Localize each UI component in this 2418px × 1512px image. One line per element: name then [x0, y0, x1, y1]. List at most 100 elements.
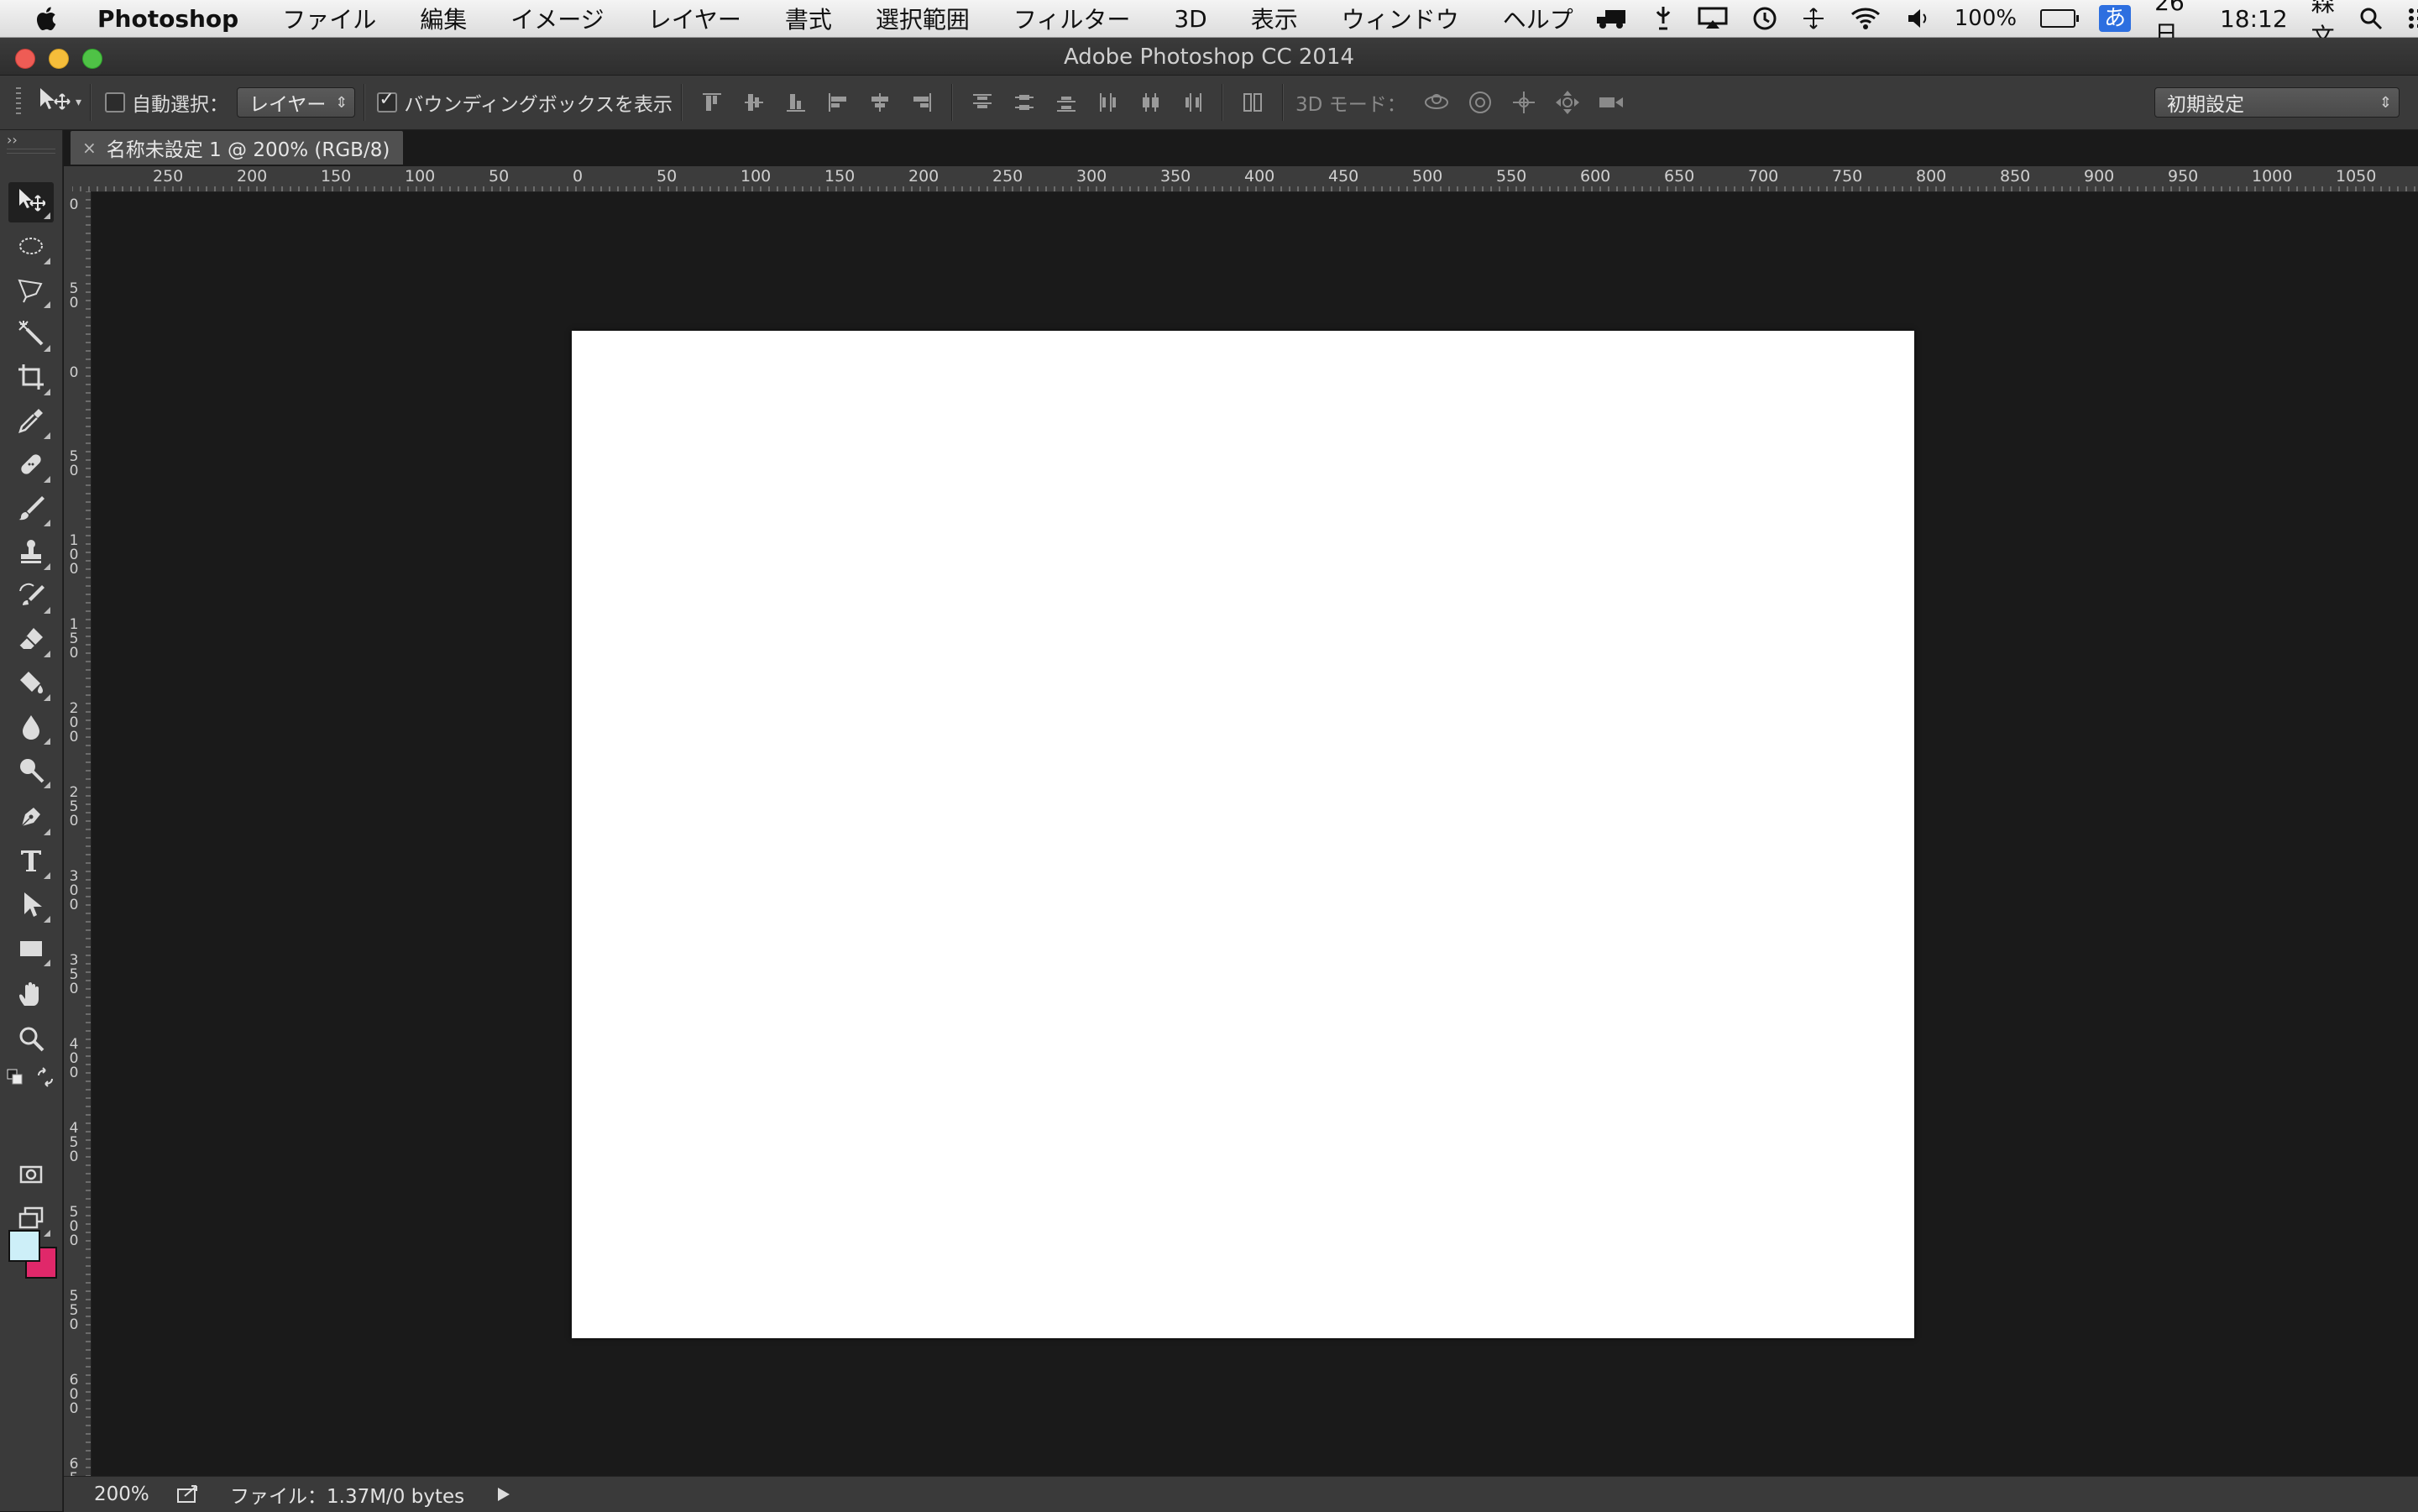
rectangle-tool-button[interactable]: [8, 929, 54, 970]
brush-tool-button[interactable]: [8, 489, 54, 530]
foreground-color-swatch[interactable]: [8, 1230, 40, 1262]
notification-center-icon[interactable]: [2407, 6, 2418, 31]
menu-select[interactable]: 選択範囲: [854, 2, 992, 35]
pen-icon: [17, 803, 45, 834]
vertical-ruler[interactable]: 0 50 0 50 100 150 200 250 300 350 400 450 500 550 600 6…: [64, 191, 92, 1500]
eraser-tool-button[interactable]: [8, 620, 54, 661]
auto-select-target-dropdown[interactable]: レイヤー: [237, 87, 356, 118]
menubar-time[interactable]: 18:12: [2220, 5, 2288, 33]
document-canvas[interactable]: [572, 331, 1914, 1338]
align-top-edges-icon[interactable]: [700, 91, 724, 114]
divider: [1282, 84, 1285, 121]
time-machine-icon[interactable]: [1751, 5, 1778, 32]
bluetooth-move-icon[interactable]: [1802, 7, 1825, 30]
menu-window[interactable]: ウィンドウ: [1320, 2, 1481, 35]
menu-filter[interactable]: フィルター: [992, 2, 1152, 35]
share-export-icon[interactable]: [176, 1484, 202, 1504]
menu-type[interactable]: 書式: [763, 2, 854, 35]
battery-icon[interactable]: [2040, 9, 2080, 28]
align-bottom-edges-icon[interactable]: [784, 91, 808, 114]
distribute-vertical-centers-icon[interactable]: [1013, 91, 1036, 114]
distribute-right-edges-icon[interactable]: [1180, 91, 1204, 114]
eyedropper-tool-button[interactable]: [8, 402, 54, 442]
auto-select-checkbox[interactable]: [105, 92, 126, 112]
ruler-label: 1000: [2252, 167, 2293, 186]
crop-tool-button[interactable]: [8, 358, 54, 399]
show-bounding-box-checkbox[interactable]: [377, 89, 398, 112]
zoom-tool-button[interactable]: [8, 1020, 54, 1060]
spotlight-search-icon[interactable]: [2358, 6, 2384, 31]
status-menu-arrow-icon[interactable]: [498, 1488, 510, 1501]
crop-icon: [17, 363, 45, 395]
toolbar-grip: [7, 149, 55, 154]
swap-colors-icon[interactable]: [35, 1067, 55, 1091]
ruler-label: 50: [657, 167, 678, 186]
collapse-panel-icon[interactable]: ››: [7, 132, 18, 148]
menu-layer[interactable]: レイヤー: [626, 2, 763, 35]
distribute-bottom-edges-icon[interactable]: [1055, 91, 1078, 114]
volume-icon[interactable]: [1906, 7, 1931, 30]
ruler-label: 800: [1916, 167, 1947, 186]
ruler-label: 0: [573, 167, 584, 186]
dodge-tool-button[interactable]: [8, 751, 54, 792]
close-document-icon[interactable]: ×: [82, 138, 97, 158]
align-vertical-centers-icon[interactable]: [742, 91, 766, 114]
zoom-level-field[interactable]: 200%: [94, 1483, 153, 1505]
ruler-label: 200: [237, 167, 268, 186]
distribute-top-edges-icon[interactable]: [971, 91, 994, 114]
horizontal-ruler[interactable]: 250 200 150 100 50 0 50 100 150 200 250 300 350 400 45…: [72, 166, 2418, 192]
slide-3d-icon[interactable]: [1553, 88, 1582, 117]
quick-mask-button[interactable]: [8, 1156, 54, 1196]
path-selection-tool-button[interactable]: [8, 886, 54, 926]
pen-tool-button[interactable]: [8, 798, 54, 839]
orbit-3d-icon[interactable]: [1422, 88, 1451, 117]
auto-align-layers-icon[interactable]: [1241, 91, 1264, 114]
grip-icon[interactable]: [13, 86, 24, 119]
menu-help[interactable]: ヘルプ: [1481, 2, 1595, 35]
magnifier-icon: [17, 1024, 45, 1056]
history-brush-tool-button[interactable]: [8, 577, 54, 617]
roll-3d-icon[interactable]: [1466, 88, 1494, 117]
magic-wand-tool-button[interactable]: [8, 315, 54, 355]
align-horizontal-centers-icon[interactable]: [868, 91, 892, 114]
menu-image[interactable]: イメージ: [489, 2, 625, 35]
menu-file[interactable]: ファイル: [260, 2, 398, 35]
lasso-tool-button[interactable]: [8, 271, 54, 311]
paint-bucket-tool-button[interactable]: [8, 664, 54, 704]
wifi-icon[interactable]: [1849, 6, 1882, 31]
pen-tablet-icon[interactable]: [1652, 5, 1674, 32]
blur-tool-button[interactable]: [8, 708, 54, 748]
divider: [951, 84, 954, 121]
default-colors-icon[interactable]: [7, 1069, 24, 1089]
apple-menu-icon[interactable]: [34, 4, 57, 33]
menu-view[interactable]: 表示: [1229, 2, 1320, 35]
clone-stamp-tool-button[interactable]: [8, 533, 54, 573]
ruler-label: 100: [741, 167, 772, 186]
ruler-label: 50: [489, 167, 510, 186]
options-bar: ▾ 自動選択： レイヤー バウンディングボックスを表示 3D モード： 初期設定: [0, 76, 2418, 130]
document-tab[interactable]: × 名称未設定 1 @ 200% (RGB/8): [71, 131, 403, 165]
align-left-edges-icon[interactable]: [826, 91, 850, 114]
airplay-icon[interactable]: [1698, 7, 1728, 30]
move-tool-icon: [17, 186, 46, 218]
align-right-edges-icon[interactable]: [910, 91, 934, 114]
divider: [1222, 84, 1224, 121]
camera-3d-icon[interactable]: [1597, 88, 1625, 117]
distribute-horizontal-centers-icon[interactable]: [1138, 91, 1162, 114]
truck-icon[interactable]: [1595, 7, 1629, 30]
menu-3d[interactable]: 3D: [1152, 5, 1228, 33]
marquee-tool-button[interactable]: [8, 228, 54, 268]
distribute-left-edges-icon[interactable]: [1096, 91, 1120, 114]
ruler-label: 850: [2000, 167, 2031, 186]
ruler-label: 350: [1160, 167, 1191, 186]
hand-tool-button[interactable]: [8, 976, 54, 1017]
workspace-dropdown[interactable]: 初期設定: [2154, 87, 2400, 118]
move-tool-button[interactable]: [8, 182, 54, 222]
menu-app-name[interactable]: Photoshop: [57, 5, 260, 33]
tool-preset-picker[interactable]: ▾: [37, 86, 81, 119]
type-tool-button[interactable]: [8, 842, 54, 882]
menu-edit[interactable]: 編集: [398, 2, 489, 35]
input-method-badge[interactable]: あ: [2099, 5, 2132, 32]
healing-brush-tool-button[interactable]: [8, 446, 54, 486]
drag-3d-icon[interactable]: [1510, 88, 1538, 117]
